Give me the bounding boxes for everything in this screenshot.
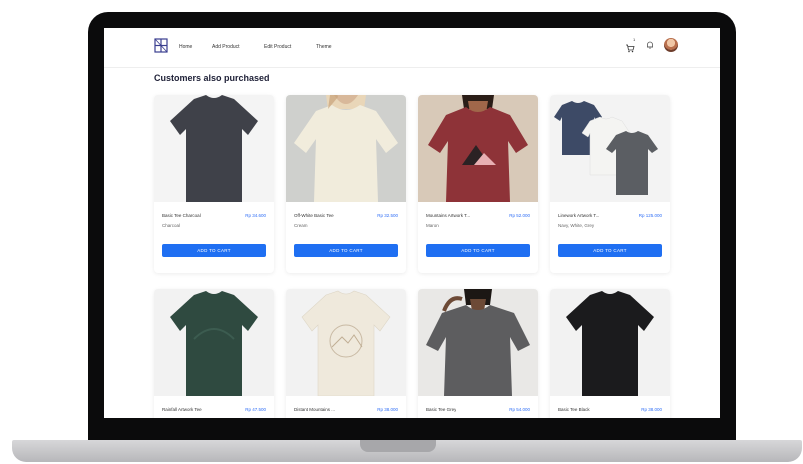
logo-icon[interactable] (154, 38, 168, 53)
product-color: Charcoal (162, 223, 181, 228)
product-image[interactable] (286, 95, 406, 202)
bell-icon[interactable] (645, 40, 655, 50)
avatar[interactable] (664, 38, 678, 52)
product-image[interactable] (550, 95, 670, 202)
product-price: Rp 34.600 (245, 213, 266, 218)
product-card[interactable]: Off-White Basic Tee Rp 32.500 Cream ADD … (286, 95, 406, 273)
tshirt-black-image (566, 291, 654, 396)
product-name: Distant Mountains ... (294, 407, 336, 412)
product-card[interactable]: Mountains Artwork T... Rp 52.000 Maron A… (418, 95, 538, 273)
top-nav: Home Add Product Edit Product Theme 1 (104, 28, 720, 68)
product-card[interactable]: Basic Tee Black Rp 38.000 (550, 289, 670, 418)
product-price: Rp 52.000 (509, 213, 530, 218)
product-image[interactable] (550, 289, 670, 396)
product-image[interactable] (418, 289, 538, 396)
cart-icon (626, 44, 635, 52)
tshirt-three-pack-image (554, 101, 658, 195)
product-color: Maron (426, 223, 439, 228)
tshirt-offwhite-image (301, 290, 391, 396)
product-name: Basic Tee Black (558, 407, 590, 412)
section-title: Customers also purchased (154, 73, 270, 83)
tshirt-grey-model-image (426, 289, 530, 396)
product-image[interactable] (154, 289, 274, 396)
product-card[interactable]: Distant Mountains ... Rp 38.000 (286, 289, 406, 418)
product-price: Rp 125.000 (638, 213, 662, 218)
add-to-cart-button[interactable]: ADD TO CART (162, 244, 266, 257)
product-info: Mountains Artwork T... Rp 52.000 Maron (426, 213, 530, 228)
nav-actions: 1 (625, 36, 678, 52)
app-screen: Home Add Product Edit Product Theme 1 Cu… (104, 28, 720, 418)
product-price: Rp 38.000 (641, 407, 662, 412)
product-image[interactable] (286, 289, 406, 396)
tshirt-green-image (170, 291, 258, 396)
product-price: Rp 32.500 (377, 213, 398, 218)
product-price: Rp 47.500 (245, 407, 266, 412)
tshirt-maroon-model-image (428, 95, 528, 202)
product-info: Basic Tee Black Rp 38.000 (558, 407, 662, 412)
cart-button[interactable]: 1 (625, 36, 636, 52)
product-card[interactable]: Rainfall Artwork Tee Rp 47.500 (154, 289, 274, 418)
nav-add-product[interactable]: Add Product (212, 44, 240, 50)
product-card[interactable]: Basic Tee Charcoal Rp 34.600 Charcoal AD… (154, 95, 274, 273)
product-card[interactable]: Linework Artwork T... Rp 125.000 Navy, W… (550, 95, 670, 273)
add-to-cart-button[interactable]: ADD TO CART (294, 244, 398, 257)
product-info: Off-White Basic Tee Rp 32.500 Cream (294, 213, 398, 228)
product-price: Rp 54.000 (509, 407, 530, 412)
product-color: Navy, White, Grey (558, 223, 595, 228)
product-name: Linework Artwork T... (558, 213, 600, 218)
product-color: Cream (294, 223, 308, 228)
add-to-cart-button[interactable]: ADD TO CART (558, 244, 662, 257)
product-info: Distant Mountains ... Rp 38.000 (294, 407, 398, 412)
nav-home[interactable]: Home (179, 44, 192, 50)
product-name: Rainfall Artwork Tee (162, 407, 202, 412)
product-info: Basic Tee Charcoal Rp 34.600 Charcoal (162, 213, 266, 228)
nav-edit-product[interactable]: Edit Product (264, 44, 291, 50)
product-grid: Basic Tee Charcoal Rp 34.600 Charcoal AD… (154, 95, 672, 418)
product-name: Basic Tee Grey (426, 407, 457, 412)
product-image[interactable] (154, 95, 274, 202)
product-name: Basic Tee Charcoal (162, 213, 201, 218)
product-name: Off-White Basic Tee (294, 213, 334, 218)
tshirt-cream-model-image (294, 95, 398, 202)
product-image[interactable] (418, 95, 538, 202)
product-name: Mountains Artwork T... (426, 213, 471, 218)
nav-theme[interactable]: Theme (316, 44, 332, 50)
laptop-mockup: Home Add Product Edit Product Theme 1 Cu… (0, 0, 803, 464)
laptop-base-notch (360, 440, 436, 452)
product-info: Rainfall Artwork Tee Rp 47.500 (162, 407, 266, 412)
cart-count-badge: 1 (633, 36, 636, 42)
product-card[interactable]: Basic Tee Grey Rp 54.000 (418, 289, 538, 418)
add-to-cart-button[interactable]: ADD TO CART (426, 244, 530, 257)
product-price: Rp 38.000 (377, 407, 398, 412)
product-info: Linework Artwork T... Rp 125.000 Navy, W… (558, 213, 662, 228)
product-info: Basic Tee Grey Rp 54.000 (426, 407, 530, 412)
tshirt-charcoal-image (170, 95, 258, 202)
